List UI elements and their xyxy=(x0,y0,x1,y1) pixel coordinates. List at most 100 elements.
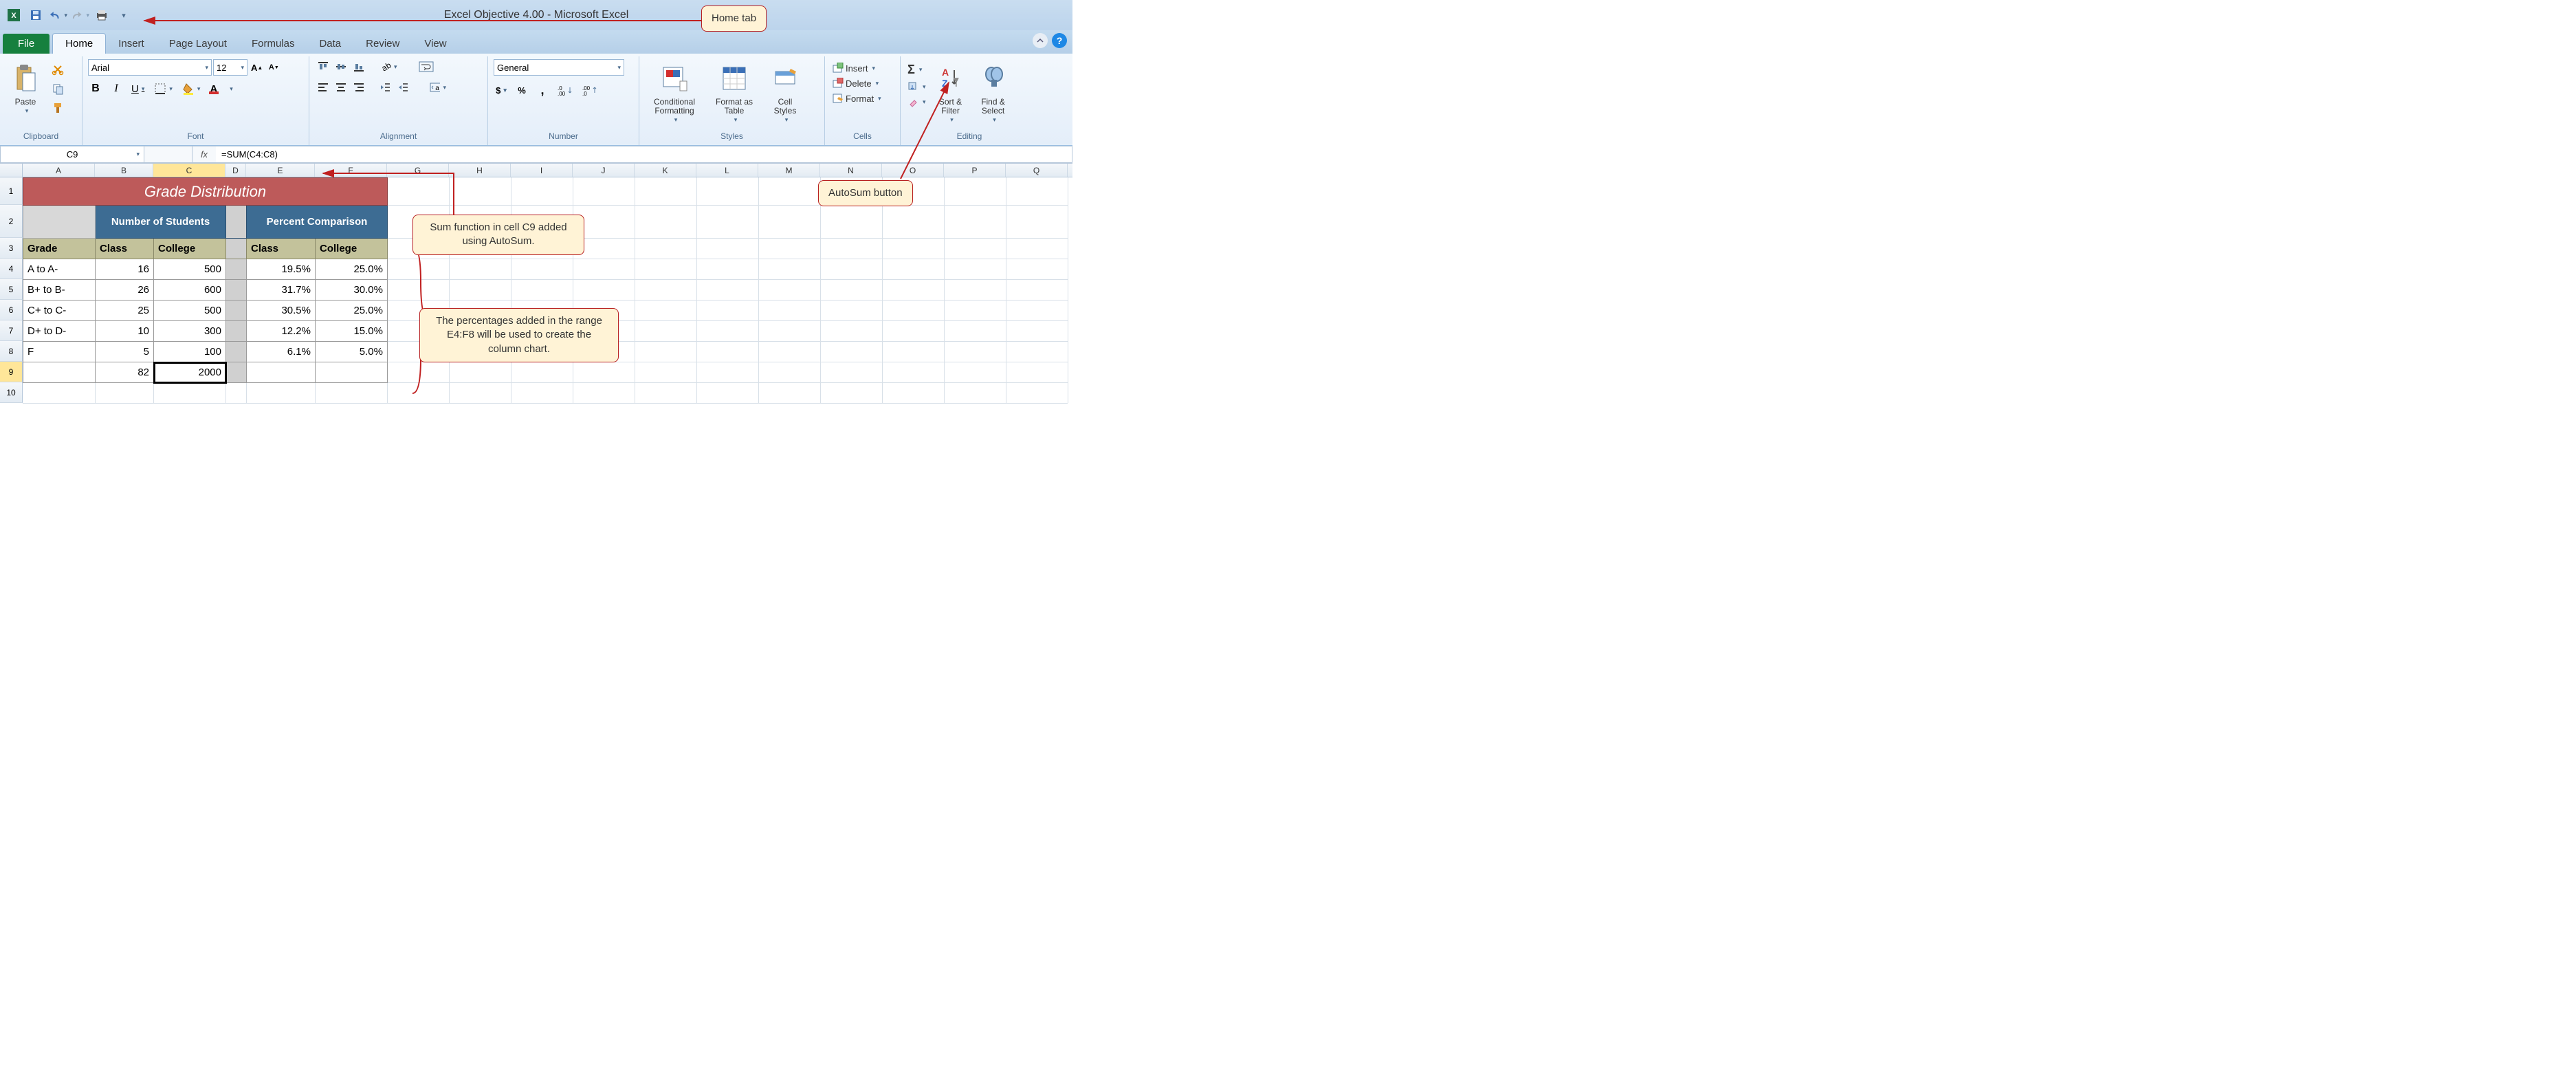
group-font: Arial▾ 12▾ A▲ A▼ B I U▾ ▾ ▾ A▾ Font xyxy=(82,56,309,145)
col-header-K[interactable]: K xyxy=(635,164,696,177)
select-all-corner[interactable] xyxy=(0,164,23,177)
worksheet: ABCDEFGHIJKLMNOPQ 12345678910 Grade Dist… xyxy=(0,164,1072,411)
conditional-formatting-button[interactable]: Conditional Formatting▾ xyxy=(645,59,704,125)
tab-formulas[interactable]: Formulas xyxy=(239,34,307,54)
col-header-G[interactable]: G xyxy=(387,164,449,177)
col-header-Q[interactable]: Q xyxy=(1006,164,1068,177)
wrap-text-icon[interactable] xyxy=(416,59,437,74)
row-headers: 12345678910 xyxy=(0,177,23,411)
tab-data[interactable]: Data xyxy=(307,34,353,54)
redo-icon[interactable]: ▾ xyxy=(70,6,89,25)
col-header-O[interactable]: O xyxy=(882,164,944,177)
increase-decimal-icon[interactable]: .0.00 xyxy=(555,83,575,98)
insert-cells-button[interactable]: Insert▾ xyxy=(830,62,894,74)
row-header-1[interactable]: 1 xyxy=(0,177,23,205)
col-header-D[interactable]: D xyxy=(225,164,246,177)
help-icon[interactable]: ? xyxy=(1052,33,1067,48)
align-top-icon[interactable] xyxy=(315,59,331,74)
table-title[interactable]: Grade Distribution xyxy=(23,178,388,206)
col-header-I[interactable]: I xyxy=(511,164,573,177)
merge-center-icon[interactable]: a▾ xyxy=(428,80,448,95)
font-size-combo[interactable]: 12▾ xyxy=(213,59,247,76)
find-select-button[interactable]: Find & Select▾ xyxy=(974,59,1013,125)
cells-group-label: Cells xyxy=(830,130,894,144)
decrease-indent-icon[interactable] xyxy=(377,80,393,95)
row-header-6[interactable]: 6 xyxy=(0,300,23,320)
sort-filter-button[interactable]: AZ Sort & Filter▾ xyxy=(932,59,970,125)
format-cells-button[interactable]: Format▾ xyxy=(830,92,894,105)
row-header-4[interactable]: 4 xyxy=(0,259,23,279)
col-header-E[interactable]: E xyxy=(246,164,315,177)
col-header-P[interactable]: P xyxy=(944,164,1006,177)
save-icon[interactable] xyxy=(26,6,45,25)
copy-icon[interactable] xyxy=(49,81,66,96)
align-middle-icon[interactable] xyxy=(333,59,349,74)
tab-view[interactable]: View xyxy=(412,34,459,54)
col-header-F[interactable]: F xyxy=(315,164,387,177)
editing-group-label: Editing xyxy=(906,130,1033,144)
col-header-B[interactable]: B xyxy=(95,164,153,177)
bold-button[interactable]: B xyxy=(88,81,103,96)
col-header-C[interactable]: C xyxy=(153,164,225,177)
italic-button[interactable]: I xyxy=(109,81,124,96)
col-header-M[interactable]: M xyxy=(758,164,820,177)
percent-format-icon[interactable]: % xyxy=(514,83,529,98)
minimize-ribbon-icon[interactable] xyxy=(1033,33,1048,48)
fx-button[interactable]: fx xyxy=(192,146,216,163)
quick-access-toolbar: X ▾ ▾ ▾ xyxy=(0,6,137,25)
row-header-5[interactable]: 5 xyxy=(0,279,23,300)
align-left-icon[interactable] xyxy=(315,80,331,95)
tab-review[interactable]: Review xyxy=(353,34,412,54)
number-group-label: Number xyxy=(494,130,633,144)
cell-styles-button[interactable]: Cell Styles▾ xyxy=(764,59,806,125)
format-as-table-button[interactable]: Format as Table▾ xyxy=(708,59,760,125)
tab-page-layout[interactable]: Page Layout xyxy=(157,34,239,54)
delete-cells-button[interactable]: Delete▾ xyxy=(830,77,894,89)
borders-icon[interactable]: ▾ xyxy=(152,81,175,96)
cut-icon[interactable] xyxy=(49,62,66,77)
undo-icon[interactable]: ▾ xyxy=(48,6,67,25)
name-box[interactable]: C9▾ xyxy=(0,146,144,163)
paste-button[interactable]: Paste ▾ xyxy=(5,59,45,116)
align-right-icon[interactable] xyxy=(351,80,367,95)
cells-grid[interactable]: Grade DistributionNumber of StudentsPerc… xyxy=(23,177,1072,411)
svg-text:a: a xyxy=(435,85,439,92)
shrink-font-icon[interactable]: A▼ xyxy=(266,60,281,75)
clear-button[interactable]: ▾ xyxy=(906,96,927,108)
qat-customize-icon[interactable]: ▾ xyxy=(114,6,133,25)
row-header-8[interactable]: 8 xyxy=(0,341,23,362)
col-header-J[interactable]: J xyxy=(573,164,635,177)
print-icon[interactable] xyxy=(92,6,111,25)
orientation-icon[interactable]: ab▾ xyxy=(377,59,399,74)
tab-home[interactable]: Home xyxy=(52,33,106,54)
selected-cell[interactable]: 2000 xyxy=(154,362,226,383)
grow-font-icon[interactable]: A▲ xyxy=(249,60,265,75)
fill-color-icon[interactable]: ▾ xyxy=(180,81,203,96)
decrease-decimal-icon[interactable]: .00.0 xyxy=(580,83,599,98)
row-header-2[interactable]: 2 xyxy=(0,205,23,238)
file-tab[interactable]: File xyxy=(3,34,49,54)
accounting-format-icon[interactable]: $▾ xyxy=(494,83,509,98)
increase-indent-icon[interactable] xyxy=(395,80,411,95)
format-painter-icon[interactable] xyxy=(49,100,66,116)
row-header-9[interactable]: 9 xyxy=(0,362,23,382)
row-header-3[interactable]: 3 xyxy=(0,238,23,259)
align-center-icon[interactable] xyxy=(333,80,349,95)
tab-insert[interactable]: Insert xyxy=(106,34,157,54)
formula-input[interactable]: =SUM(C4:C8) xyxy=(216,146,1072,163)
row-header-7[interactable]: 7 xyxy=(0,320,23,341)
comma-format-icon[interactable]: , xyxy=(535,83,550,98)
excel-app-icon[interactable]: X xyxy=(4,6,23,25)
font-color-icon[interactable]: A▾ xyxy=(208,81,234,96)
font-name-combo[interactable]: Arial▾ xyxy=(88,59,212,76)
autosum-button[interactable]: Σ▾ xyxy=(906,62,927,78)
col-header-H[interactable]: H xyxy=(449,164,511,177)
col-header-N[interactable]: N xyxy=(820,164,882,177)
fill-button[interactable]: ▾ xyxy=(906,80,927,93)
row-header-10[interactable]: 10 xyxy=(0,382,23,403)
align-bottom-icon[interactable] xyxy=(351,59,367,74)
number-format-combo[interactable]: General▾ xyxy=(494,59,624,76)
col-header-A[interactable]: A xyxy=(23,164,95,177)
col-header-L[interactable]: L xyxy=(696,164,758,177)
underline-button[interactable]: U▾ xyxy=(129,81,146,96)
